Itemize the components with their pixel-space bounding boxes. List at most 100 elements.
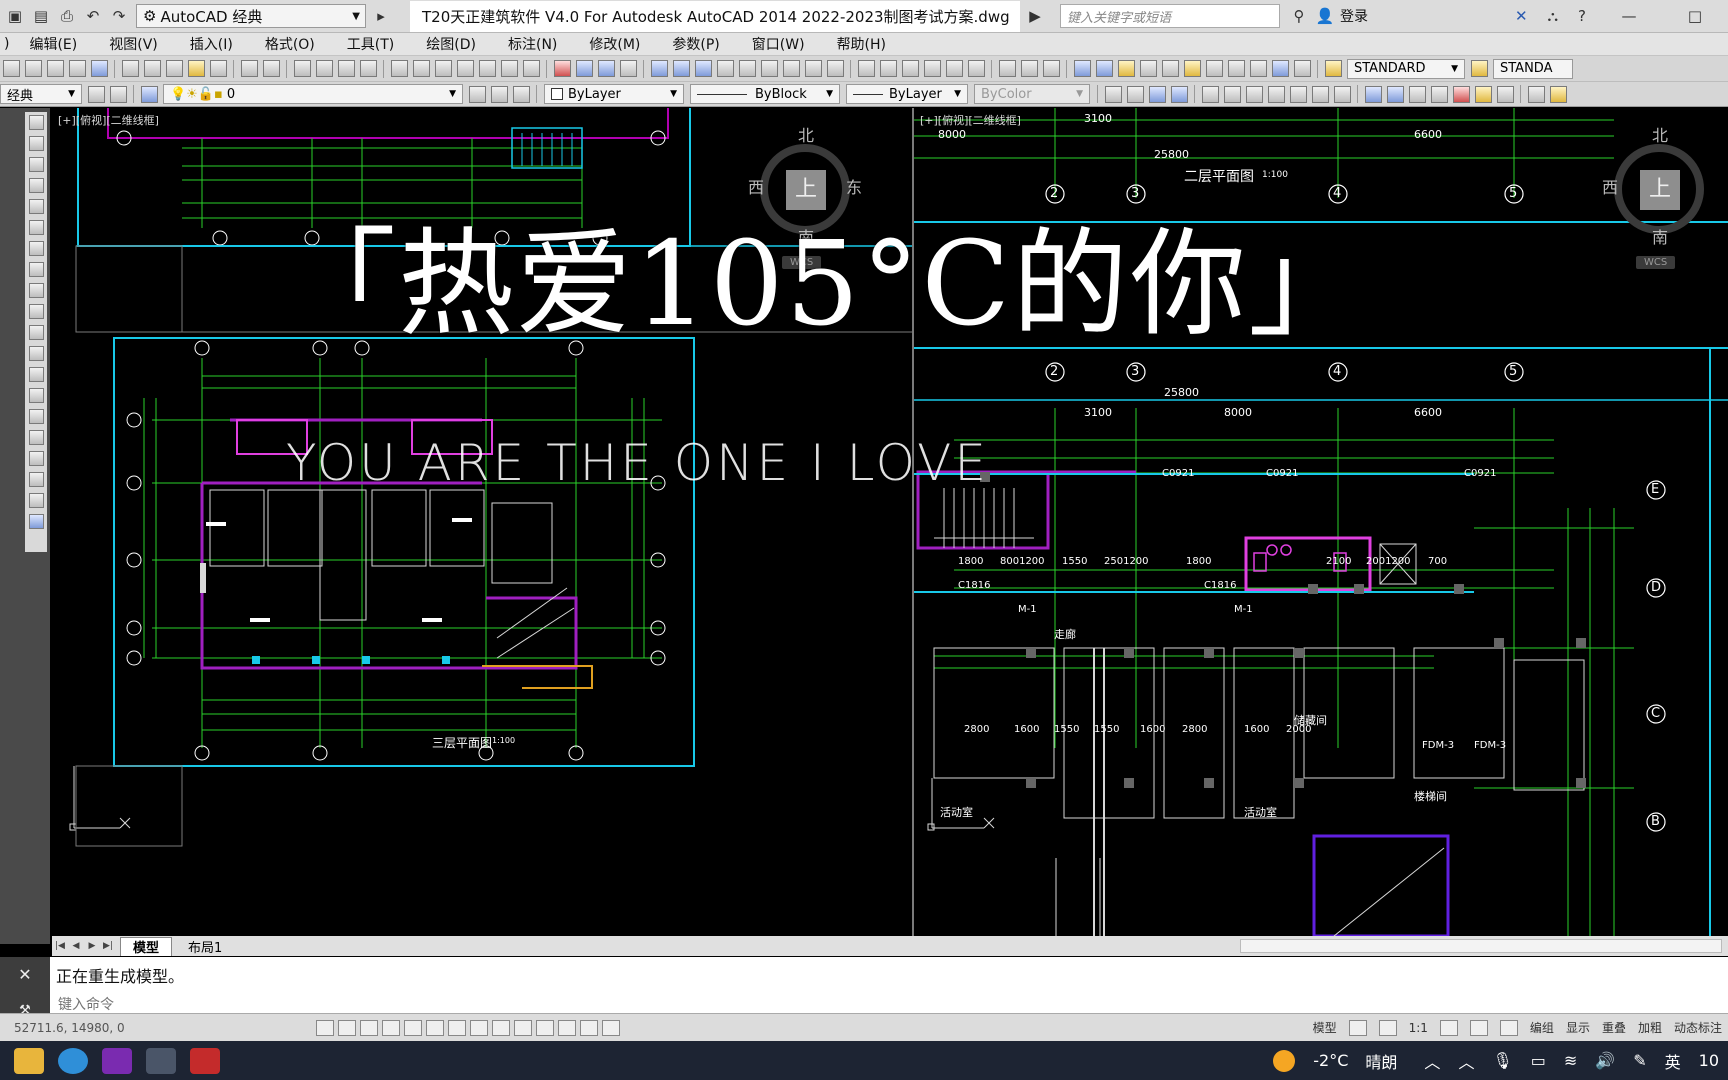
chevron-up-icon[interactable]: ︿ xyxy=(1424,1049,1440,1073)
material-icon[interactable] xyxy=(1161,60,1179,77)
tz-view-icon[interactable] xyxy=(1126,85,1144,103)
weather-widget[interactable]: -2°C 晴朗 xyxy=(1264,1049,1406,1073)
layer-iso-icon[interactable] xyxy=(512,85,530,103)
lineweight-select[interactable]: ByLayer ▼ xyxy=(846,84,968,104)
first-tab-icon[interactable]: |◀ xyxy=(52,941,68,951)
block-editor-icon[interactable] xyxy=(209,60,227,77)
onenote-icon[interactable] xyxy=(102,1047,132,1074)
model-toggle[interactable]: 模型 xyxy=(1313,1019,1337,1036)
exchange-icon[interactable]: ✕ xyxy=(1515,7,1528,25)
prev-tab-icon[interactable]: ◀ xyxy=(68,941,84,951)
tz-3d-icon[interactable] xyxy=(1408,85,1426,103)
3d-osnap-icon[interactable] xyxy=(448,1019,466,1036)
tz-polyline-icon[interactable] xyxy=(1223,85,1241,103)
viewcube-face[interactable]: 上 xyxy=(1640,170,1680,210)
tz-check-icon[interactable] xyxy=(1452,85,1470,103)
help-icon[interactable] xyxy=(522,60,540,77)
tz-grid-icon[interactable] xyxy=(1170,85,1188,103)
search-input[interactable]: 键入关键字或短语 xyxy=(1060,4,1280,28)
help-icon[interactable]: ? xyxy=(1578,7,1586,25)
wall-edit-icon[interactable] xyxy=(694,60,712,77)
arc-icon[interactable] xyxy=(28,220,44,235)
menu-item-tools[interactable]: 工具(T) xyxy=(331,34,410,54)
tz-render-icon[interactable] xyxy=(1430,85,1448,103)
cut-icon[interactable] xyxy=(121,60,139,77)
viewport-icon[interactable] xyxy=(1378,1019,1397,1036)
rectangle-icon[interactable] xyxy=(28,199,44,214)
layout-icon[interactable] xyxy=(1348,1019,1367,1036)
clock[interactable]: 10 xyxy=(1699,1051,1719,1070)
dim-aligned-icon[interactable] xyxy=(879,60,897,77)
markup-icon[interactable] xyxy=(478,60,496,77)
light-icon[interactable] xyxy=(1117,60,1135,77)
axis-dim-icon[interactable] xyxy=(575,60,593,77)
quick-props-icon[interactable] xyxy=(580,1019,598,1036)
layer-state-icon[interactable] xyxy=(1095,60,1113,77)
polygon-icon[interactable] xyxy=(28,178,44,193)
text-style-icon[interactable] xyxy=(1324,60,1342,77)
expand-arrow-icon[interactable]: ▸ xyxy=(370,5,392,27)
region-icon[interactable] xyxy=(28,451,44,466)
column-icon[interactable] xyxy=(650,60,668,77)
dim-style-select[interactable]: STANDA xyxy=(1493,58,1573,79)
redo-icon[interactable]: ↷ xyxy=(108,5,130,27)
layer-select[interactable]: 💡☀🔓▪ 0 ▼ xyxy=(163,84,463,104)
tz-brush-icon[interactable] xyxy=(1549,85,1567,103)
lock-icon[interactable] xyxy=(1499,1019,1518,1036)
last-tab-icon[interactable]: ▶| xyxy=(100,941,116,951)
fly-icon[interactable] xyxy=(1249,60,1267,77)
dyn-icon[interactable] xyxy=(514,1019,532,1036)
status-button-overlap[interactable]: 重叠 xyxy=(1602,1019,1626,1036)
workspace-switch-icon[interactable] xyxy=(1469,1019,1488,1036)
zoom-realtime-icon[interactable] xyxy=(315,60,333,77)
otrack-icon[interactable] xyxy=(470,1019,488,1036)
selection-cycling-icon[interactable] xyxy=(602,1019,620,1036)
color-select[interactable]: ByLayer ▼ xyxy=(544,84,684,104)
tz-elev-icon[interactable] xyxy=(1364,85,1382,103)
menu-item-dimension[interactable]: 标注(N) xyxy=(492,34,573,54)
user-icon[interactable]: 👤 xyxy=(1314,5,1336,27)
osnap-icon[interactable] xyxy=(426,1019,444,1036)
binoculars-icon[interactable]: ⚲ xyxy=(1288,5,1310,27)
workspace-short-select[interactable]: 经典 ▼ xyxy=(0,84,82,104)
tab-model[interactable]: 模型 xyxy=(120,936,173,956)
animation-icon[interactable] xyxy=(1271,60,1289,77)
save-icon[interactable] xyxy=(46,60,64,77)
calculator-icon[interactable] xyxy=(500,60,518,77)
tz-pen-icon[interactable] xyxy=(1474,85,1492,103)
workspace-settings-icon[interactable] xyxy=(87,85,105,103)
transparency-icon[interactable] xyxy=(558,1019,576,1036)
tz-arc-icon[interactable] xyxy=(1245,85,1263,103)
room-icon[interactable] xyxy=(782,60,800,77)
menu-item-view[interactable]: 视图(V) xyxy=(93,34,174,54)
copy-icon[interactable] xyxy=(143,60,161,77)
layer-manager-icon[interactable] xyxy=(140,85,158,103)
layer-previous-icon[interactable] xyxy=(490,85,508,103)
stair-icon[interactable] xyxy=(760,60,778,77)
erase-icon[interactable] xyxy=(1042,60,1060,77)
viewcube-right[interactable]: 上 北 南 西 WCS xyxy=(1602,122,1720,282)
axis-edit-icon[interactable] xyxy=(619,60,637,77)
maximize-icon[interactable]: □ xyxy=(1672,7,1718,25)
tz-export-icon[interactable] xyxy=(1527,85,1545,103)
menu-item-window[interactable]: 窗口(W) xyxy=(736,34,821,54)
wall-icon[interactable] xyxy=(672,60,690,77)
symbol-icon[interactable] xyxy=(826,60,844,77)
status-button-bold[interactable]: 加粗 xyxy=(1638,1019,1662,1036)
make-current-icon[interactable] xyxy=(468,85,486,103)
zoom-window-icon[interactable] xyxy=(337,60,355,77)
autodesk-icon[interactable]: ⛬ xyxy=(1548,7,1559,25)
match-properties-icon[interactable] xyxy=(187,60,205,77)
construction-line-icon[interactable] xyxy=(28,136,44,151)
tz-line-icon[interactable] xyxy=(1201,85,1219,103)
linetype-select[interactable]: ByBlock ▼ xyxy=(690,84,840,104)
print-icon[interactable]: ⎙ xyxy=(56,5,78,27)
tz-lock-icon[interactable] xyxy=(1496,85,1514,103)
revision-cloud-icon[interactable] xyxy=(28,262,44,277)
menu-item-parametric[interactable]: 参数(P) xyxy=(656,34,735,54)
dim-linear-icon[interactable] xyxy=(857,60,875,77)
volume-icon[interactable]: 🔊 xyxy=(1595,1051,1615,1070)
snap-icon[interactable] xyxy=(338,1019,356,1036)
next-tab-icon[interactable]: ▶ xyxy=(84,941,100,951)
tz-text-icon[interactable] xyxy=(1267,85,1285,103)
